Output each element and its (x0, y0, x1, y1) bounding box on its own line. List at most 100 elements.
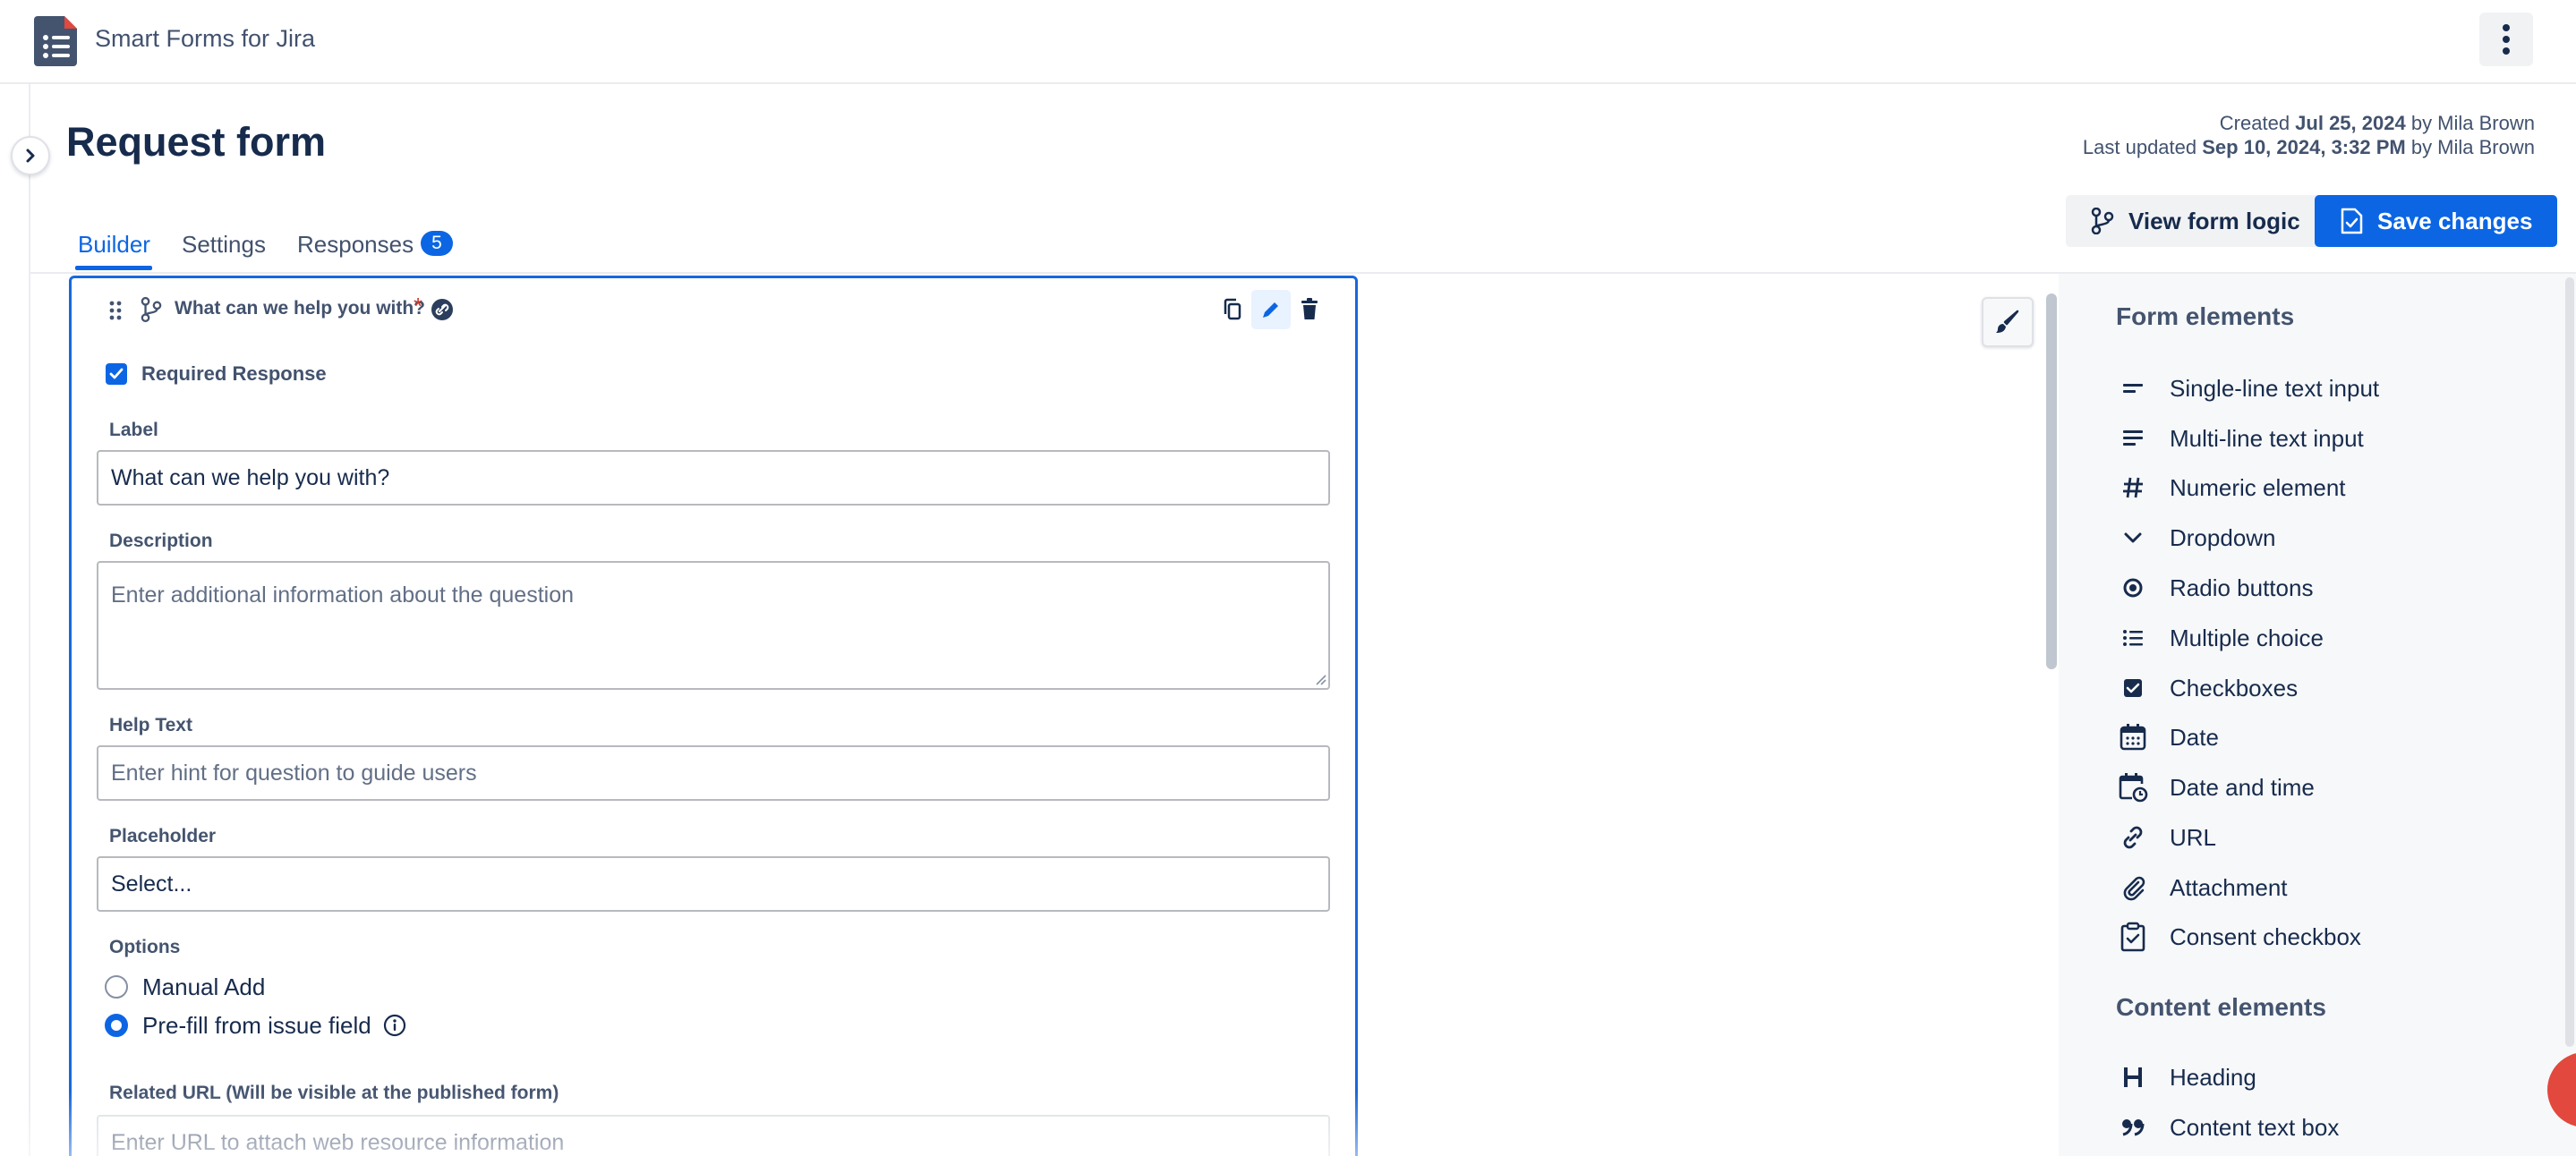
responses-count-badge: 5 (421, 231, 453, 256)
app-logo-icon (32, 13, 81, 68)
element-content-text-box[interactable]: Content text box (2116, 1109, 2339, 1145)
save-changes-label: Save changes (2377, 207, 2533, 234)
element-label: Multi-line text input (2170, 424, 2364, 452)
element-checkboxes[interactable]: Checkboxes (2116, 670, 2298, 706)
radio-icon (2116, 571, 2150, 605)
element-label: Radio buttons (2170, 574, 2314, 601)
tab-settings[interactable]: Settings (182, 231, 266, 259)
list-icon (2116, 621, 2150, 655)
field-title: What can we help you with? (175, 298, 426, 319)
calendar-icon (2116, 720, 2150, 754)
quote-icon (2116, 1110, 2150, 1144)
app-title: Smart Forms for Jira (95, 25, 316, 52)
trash-icon[interactable] (1300, 298, 1319, 326)
long-text-icon (2116, 421, 2150, 455)
calendar-clock-icon (2116, 770, 2150, 804)
resize-grip-icon[interactable] (1314, 673, 1326, 690)
page-title: Request form (66, 119, 327, 165)
element-label: Single-line text input (2170, 374, 2380, 402)
edit-field-button[interactable] (1251, 290, 1291, 329)
element-radio-buttons[interactable]: Radio buttons (2116, 570, 2313, 606)
short-text-icon (2116, 371, 2150, 405)
tab-builder[interactable]: Builder (78, 231, 150, 259)
element-date-time[interactable]: Date and time (2116, 769, 2315, 805)
view-form-logic-label: View form logic (2128, 207, 2300, 234)
active-tab-indicator (75, 266, 152, 270)
related-url-placeholder: Enter URL to attach web resource informa… (111, 1129, 565, 1155)
related-url-label: Related URL (Will be visible at the publ… (109, 1083, 559, 1103)
element-numeric[interactable]: Numeric element (2116, 470, 2346, 506)
element-label: Content text box (2170, 1113, 2340, 1141)
main-scrollbar[interactable] (2046, 293, 2057, 669)
element-label: Checkboxes (2170, 674, 2299, 701)
element-heading[interactable]: Heading (2116, 1059, 2256, 1095)
description-field-label: Description (109, 531, 213, 551)
placeholder-field-label: Placeholder (109, 826, 217, 846)
view-form-logic-button[interactable]: View form logic (2066, 195, 2325, 247)
label-input[interactable]: What can we help you with? (97, 450, 1330, 506)
form-elements-title: Form elements (2116, 302, 2295, 330)
element-label: Heading (2170, 1063, 2256, 1091)
placeholder-input-value: Select... (111, 871, 192, 897)
required-response-checkbox[interactable] (106, 363, 127, 385)
manual-add-radio[interactable] (105, 975, 128, 999)
branch-icon (2091, 208, 2114, 234)
more-vertical-icon (2503, 24, 2510, 55)
style-button[interactable] (1982, 297, 2034, 347)
logic-branch-icon[interactable] (141, 296, 162, 327)
manual-add-label[interactable]: Manual Add (142, 973, 265, 1001)
prefill-issue-field-label[interactable]: Pre-fill from issue field (142, 1012, 371, 1040)
element-label: Consent checkbox (2170, 922, 2361, 950)
related-url-input[interactable]: Enter URL to attach web resource informa… (97, 1115, 1330, 1156)
description-placeholder: Enter additional information about the q… (111, 582, 575, 608)
heading-icon (2116, 1060, 2150, 1094)
clipboard-check-icon (2116, 920, 2150, 954)
required-marker: * (414, 293, 423, 319)
link-badge-icon[interactable] (431, 298, 454, 326)
label-field-label: Label (109, 420, 158, 440)
required-response-label: Required Response (141, 362, 327, 385)
expand-sidebar-button[interactable] (11, 136, 50, 175)
more-options-button[interactable] (2479, 13, 2533, 66)
element-consent-checkbox[interactable]: Consent checkbox (2116, 919, 2361, 955)
element-attachment[interactable]: Attachment (2116, 870, 2288, 905)
placeholder-input[interactable]: Select... (97, 856, 1330, 912)
checkmark-icon (109, 368, 124, 379)
options-label: Options (109, 937, 181, 957)
element-label: Numeric element (2170, 473, 2346, 501)
chevron-down-icon (2116, 521, 2150, 555)
paintbrush-icon (1996, 310, 2019, 333)
created-info: Created Jul 25, 2024 by Mila Brown (2219, 112, 2535, 134)
help-text-input[interactable]: Enter hint for question to guide users (97, 745, 1330, 801)
element-single-line-text[interactable]: Single-line text input (2116, 370, 2379, 406)
help-text-placeholder: Enter hint for question to guide users (111, 760, 477, 786)
element-label: Date and time (2170, 773, 2315, 801)
element-url[interactable]: URL (2116, 820, 2216, 855)
paperclip-icon (2116, 871, 2150, 905)
chevron-right-icon (26, 149, 35, 163)
label-input-value: What can we help you with? (111, 464, 390, 490)
content-elements-title: Content elements (2116, 993, 2326, 1021)
element-date[interactable]: Date (2116, 719, 2219, 755)
panel-scrollbar[interactable] (2565, 277, 2574, 1047)
info-icon[interactable] (383, 1014, 406, 1041)
link-icon (2116, 820, 2150, 854)
hash-icon (2116, 471, 2150, 505)
element-label: Multiple choice (2170, 624, 2324, 651)
description-textarea[interactable]: Enter additional information about the q… (97, 561, 1330, 690)
pencil-icon (1263, 302, 1278, 318)
duplicate-icon[interactable] (1223, 298, 1242, 326)
left-rail (0, 84, 30, 1156)
element-dropdown[interactable]: Dropdown (2116, 520, 2276, 556)
element-label: Dropdown (2170, 523, 2276, 551)
save-changes-button[interactable]: Save changes (2315, 195, 2558, 247)
top-bar (0, 0, 2576, 84)
element-label: Attachment (2170, 873, 2288, 901)
help-text-field-label: Help Text (109, 715, 192, 735)
prefill-issue-field-radio[interactable] (105, 1014, 128, 1037)
element-label: Date (2170, 723, 2219, 751)
element-multiple-choice[interactable]: Multiple choice (2116, 620, 2324, 656)
element-multi-line-text[interactable]: Multi-line text input (2116, 421, 2364, 456)
tab-responses[interactable]: Responses (297, 231, 414, 259)
drag-handle-icon[interactable] (107, 300, 124, 326)
